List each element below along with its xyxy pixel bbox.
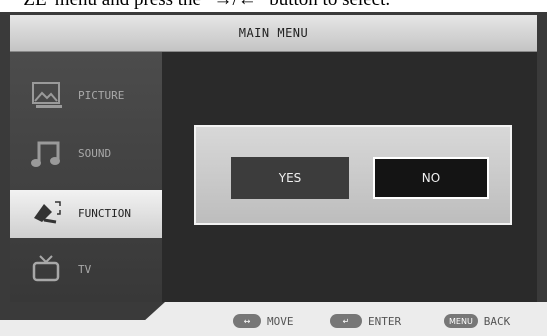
sidebar-item-label: FUNCTION — [78, 207, 131, 220]
menu-key-icon: MENU — [444, 314, 478, 328]
caption-text: 'ZE' menu and press the "→/←" button to … — [20, 0, 390, 11]
music-note-icon — [31, 141, 60, 167]
sidebar: PICTURE SOUND FUNCTION TV — [10, 52, 162, 302]
sidebar-item-function[interactable]: FUNCTION — [10, 190, 162, 238]
sidebar-item-sound[interactable]: SOUND — [10, 130, 162, 178]
confirm-dialog: YES NO — [194, 125, 512, 225]
title-bar: MAIN MENU — [10, 15, 537, 52]
hint-enter-label: ENTER — [368, 314, 402, 328]
yes-button[interactable]: YES — [231, 157, 349, 199]
sidebar-item-label: TV — [78, 263, 92, 276]
hint-back-label: BACK — [483, 314, 511, 328]
sidebar-item-picture[interactable]: PICTURE — [10, 72, 162, 120]
picture-icon — [32, 82, 62, 108]
no-button[interactable]: NO — [373, 157, 489, 199]
move-key-icon: ↔ — [233, 314, 261, 328]
tv-icon — [32, 255, 60, 282]
page-title: MAIN MENU — [238, 26, 309, 40]
document-caption: 'ZE' menu and press the "→/←" button to … — [0, 0, 547, 12]
function-tool-icon — [34, 201, 61, 224]
hint-enter: ↵ ENTER — [330, 314, 401, 328]
sidebar-item-tv[interactable]: TV — [10, 246, 162, 294]
hint-move-label: MOVE — [267, 314, 294, 328]
sidebar-item-label: SOUND — [78, 147, 112, 160]
sidebar-item-label: PICTURE — [78, 89, 125, 102]
hint-move: ↔ MOVE — [233, 314, 294, 328]
footer-notch — [0, 302, 165, 320]
hint-back: MENU BACK — [444, 314, 510, 328]
enter-key-icon: ↵ — [330, 314, 362, 328]
